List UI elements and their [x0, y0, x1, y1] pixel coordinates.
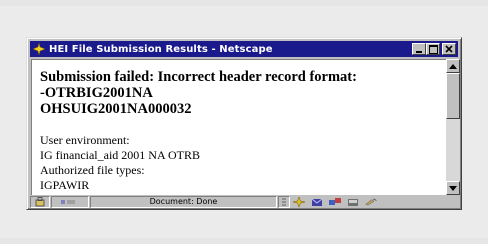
status-text-panel: Document: Done [90, 195, 277, 208]
authorized-file-types-label: Authorized file types: [40, 163, 145, 177]
error-heading-line: Submission failed: Incorrect header reco… [40, 69, 357, 85]
status-bar: Document: Done [30, 195, 460, 208]
minimize-icon [416, 51, 422, 53]
scroll-down-icon [449, 185, 457, 191]
dashboard-icon [282, 198, 286, 205]
navigator-icon[interactable] [292, 196, 306, 207]
minimize-button[interactable] [412, 43, 426, 55]
vertical-scrollbar[interactable] [446, 59, 460, 195]
security-indicator[interactable] [30, 195, 50, 208]
status-text: Document: Done [149, 197, 218, 206]
dashboard-toggle[interactable] [278, 195, 290, 208]
progress-icon [61, 199, 75, 204]
close-icon [445, 45, 453, 53]
mail-icon[interactable] [310, 197, 324, 207]
netscape-app-icon[interactable] [32, 42, 46, 56]
authorized-file-types-value: IGPAWIR [40, 178, 90, 192]
discussion-icon[interactable] [328, 197, 342, 207]
scroll-up-icon [449, 63, 457, 69]
maximize-icon [429, 45, 438, 54]
error-header-record-2: OHSUIG2001NA000032 [40, 101, 192, 117]
title-bar[interactable]: HEI File Submission Results - Netscape [30, 41, 458, 57]
window-title: HEI File Submission Results - Netscape [49, 43, 273, 55]
edit-icon[interactable] [364, 197, 378, 207]
user-environment-value: IG financial_aid 2001 NA OTRB [40, 148, 200, 162]
security-lock-icon [35, 196, 45, 206]
scroll-down-button[interactable] [446, 181, 460, 195]
close-button[interactable] [442, 43, 456, 55]
progress-indicator [51, 195, 89, 208]
maximize-button[interactable] [426, 43, 440, 55]
document-area[interactable]: Submission failed: Incorrect header reco… [31, 59, 446, 195]
scroll-up-button[interactable] [446, 59, 460, 73]
composer-icon[interactable] [346, 197, 360, 207]
error-header-record-1: -OTRBIG2001NA [40, 85, 153, 101]
scroll-thumb[interactable] [446, 73, 460, 119]
netscape-window: HEI File Submission Results - Netscape S… [26, 37, 462, 210]
user-environment-label: User environment: [40, 133, 130, 147]
